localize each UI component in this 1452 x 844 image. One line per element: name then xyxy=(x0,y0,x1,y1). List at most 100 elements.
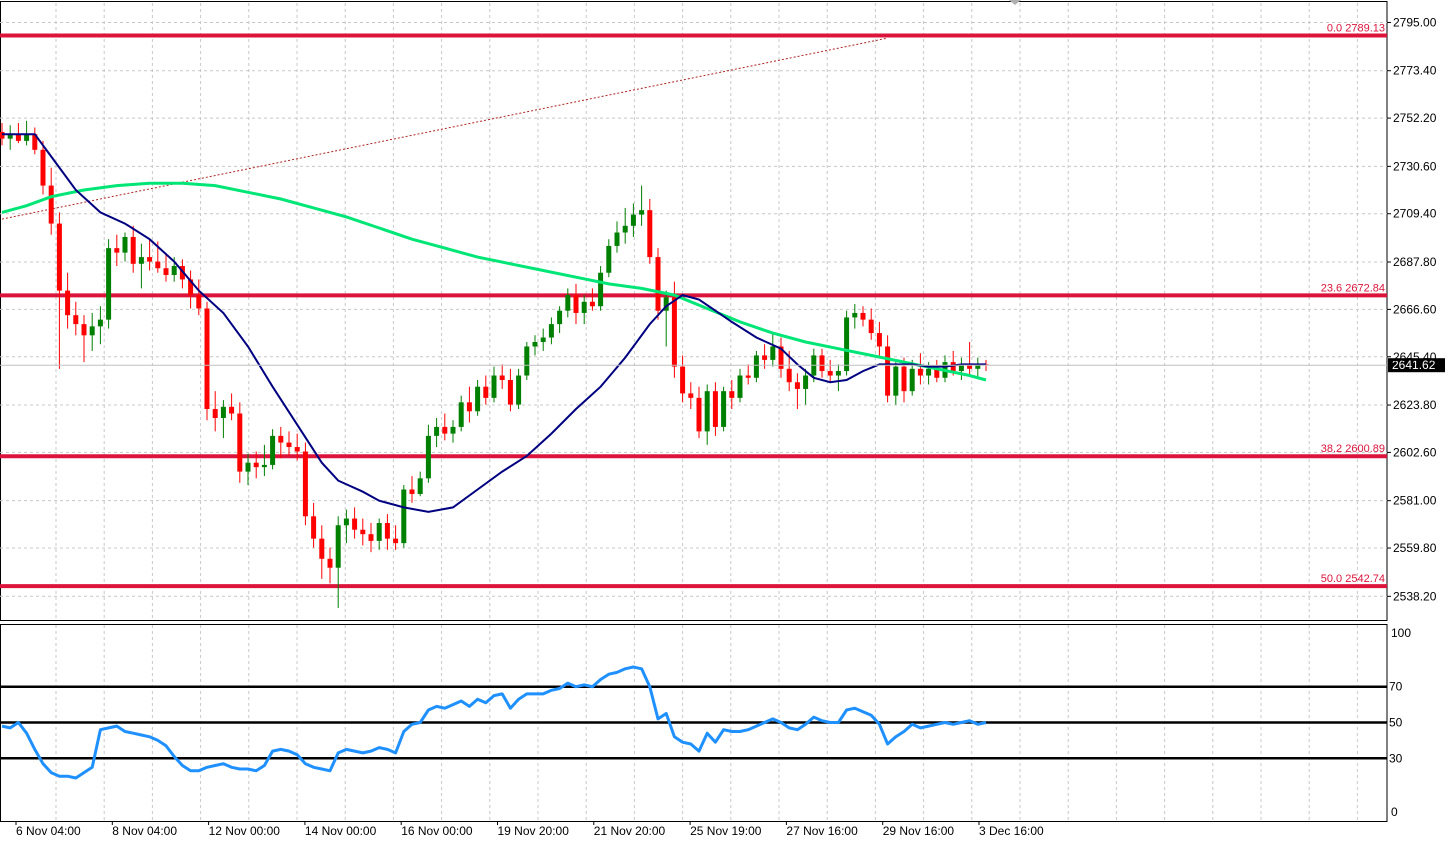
candle-bullish xyxy=(639,185,645,226)
trading-chart[interactable]: 0.0 2789.13 23.6 2672.84 38.2 2600.89 50.0 … xyxy=(0,0,1452,844)
candle-body xyxy=(458,402,464,427)
candle-bearish xyxy=(48,167,54,235)
candle-bullish xyxy=(803,368,809,405)
candle-bearish xyxy=(212,391,218,432)
candle-body xyxy=(844,317,850,372)
price-tick-label: 2666.60 xyxy=(1393,302,1437,316)
candle-bearish xyxy=(319,525,325,579)
candle-bearish xyxy=(65,272,71,329)
candle-bullish xyxy=(401,485,407,548)
candle-bullish xyxy=(106,239,112,329)
candle-bearish xyxy=(712,382,718,436)
candle-body xyxy=(860,312,866,320)
price-axis: 2795.00 2773.40 2752.20 2730.60 2709.40 2687.… xyxy=(1387,15,1437,603)
time-axis: 6 Nov 04:00 8 Nov 04:00 12 Nov 00:00 14 Nov… xyxy=(15,821,1044,838)
candle-body xyxy=(401,489,407,544)
candle-bearish xyxy=(278,426,284,459)
candle-bearish xyxy=(827,359,833,383)
candle-bullish xyxy=(532,335,538,356)
candle-body xyxy=(532,342,538,347)
candle-body xyxy=(319,538,325,559)
candle-bearish xyxy=(885,335,891,403)
candle-bullish xyxy=(458,395,464,432)
candle-body xyxy=(565,295,571,311)
candle-body xyxy=(926,368,932,376)
chart-shift-marker[interactable] xyxy=(1009,0,1021,5)
candle-body xyxy=(343,518,349,526)
candle-body xyxy=(130,236,136,264)
candle-body xyxy=(786,368,792,383)
candle-body xyxy=(499,375,505,380)
candle-bearish xyxy=(114,234,120,267)
candle-body xyxy=(97,319,103,327)
candle-body xyxy=(302,451,308,517)
candle-bullish xyxy=(630,203,636,237)
oscillator-panel[interactable]: 70 50 30 xyxy=(0,624,1405,822)
candle-body xyxy=(548,324,554,338)
candle-bearish xyxy=(147,239,153,271)
oscillator-levels: 70 50 30 xyxy=(0,679,1405,765)
candle-bullish xyxy=(704,384,710,445)
candle-bearish xyxy=(130,225,136,273)
candle-bearish xyxy=(352,507,358,539)
candle-bearish xyxy=(917,353,923,385)
candle-bearish xyxy=(483,375,489,405)
current-price-marker: 2641.62 xyxy=(0,358,1445,373)
candle-body xyxy=(0,131,5,139)
candle-bearish xyxy=(696,386,702,439)
candle-body xyxy=(524,346,530,376)
candle-bullish xyxy=(417,471,423,497)
dotted-trendline xyxy=(1,37,888,220)
candle-bullish xyxy=(89,312,95,351)
candle-body xyxy=(220,406,226,418)
candle-body xyxy=(696,397,702,432)
candle-body xyxy=(393,538,399,544)
price-tick-label: 2687.80 xyxy=(1393,255,1437,269)
candle-body xyxy=(614,232,620,246)
price-tick-label: 2623.80 xyxy=(1393,398,1437,412)
candle-bearish xyxy=(188,270,194,309)
candle-bullish xyxy=(598,266,604,311)
candle-body xyxy=(671,297,677,367)
candle-body xyxy=(73,315,79,325)
candle-bullish xyxy=(548,317,554,345)
candle-bullish xyxy=(540,328,546,351)
candle-body xyxy=(163,268,169,275)
candle-bearish xyxy=(229,393,235,421)
candle-body xyxy=(89,326,95,336)
candle-bullish xyxy=(516,368,522,410)
time-tick-label: 21 Nov 20:00 xyxy=(594,824,666,838)
candle-body xyxy=(573,295,579,313)
time-tick-label: 29 Nov 16:00 xyxy=(883,824,955,838)
candle-bullish xyxy=(220,400,226,439)
time-tick-label: 27 Nov 16:00 xyxy=(786,824,858,838)
candle-bearish xyxy=(868,308,874,340)
candle-body xyxy=(425,435,431,479)
candle-bearish xyxy=(15,123,21,144)
candle-body xyxy=(155,261,161,269)
slow-moving-average xyxy=(1,181,987,382)
candle-body xyxy=(237,413,243,472)
candle-body xyxy=(360,529,366,535)
trendline xyxy=(1,37,888,220)
candle-body xyxy=(688,393,694,398)
candle-body xyxy=(294,447,300,452)
candle-body xyxy=(680,366,686,394)
candle-bearish xyxy=(794,373,800,410)
candle-body xyxy=(516,375,522,405)
candle-bearish xyxy=(573,283,579,325)
candle-bullish xyxy=(491,366,497,403)
candle-bullish xyxy=(844,310,850,376)
candle-bearish xyxy=(589,288,595,311)
price-panel[interactable]: 0.0 2789.13 23.6 2672.84 38.2 2600.89 50.0 … xyxy=(0,1,1445,621)
oscillator-tick-label: 100 xyxy=(1391,626,1411,640)
candle-body xyxy=(852,312,858,318)
candle-body xyxy=(253,462,259,468)
candle-bearish xyxy=(360,518,366,546)
candle-bullish xyxy=(770,333,776,367)
candle-body xyxy=(434,426,440,436)
candle-body xyxy=(417,478,423,494)
fib-level-label: 50.0 2542.74 xyxy=(1321,573,1385,585)
candle-body xyxy=(278,435,284,443)
candle-body xyxy=(106,248,112,320)
